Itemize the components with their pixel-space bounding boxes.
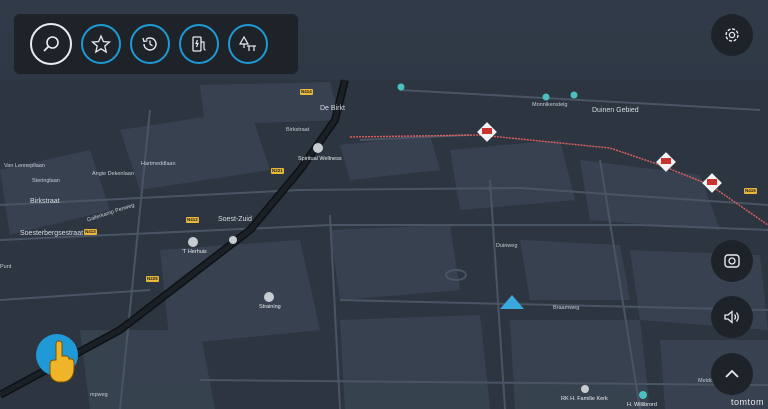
road-shield: N413 xyxy=(84,229,97,235)
label-rk-kerk: RK H. Familie Kerk xyxy=(561,396,608,402)
toolbar xyxy=(14,14,298,74)
label-birkstraat: Birkstraat xyxy=(30,198,60,205)
star-icon xyxy=(91,34,111,54)
label-punt: Punt xyxy=(0,264,12,270)
label-mpweg: mpweg xyxy=(90,392,108,398)
ev-charging-icon xyxy=(192,36,206,52)
label-h-willibrord: H. Willibrord xyxy=(627,402,657,408)
road-shield: N414 xyxy=(300,89,313,95)
label-anger-dekenlaan: Angie Dekenlaan xyxy=(92,171,134,177)
road-shield: N415 xyxy=(744,188,757,194)
road-shield: N221 xyxy=(271,168,284,174)
ev-charging-button[interactable] xyxy=(179,24,219,64)
label-steringlaan: Steringlaan xyxy=(32,178,60,184)
label-t-herhuis: 'T Herhuis xyxy=(182,249,207,255)
label-duinweg: Duinweg xyxy=(496,243,518,249)
label-braamweg: Braamweg xyxy=(553,305,580,311)
label-monnikensteeg: Monnikenstelg xyxy=(532,102,568,108)
road-shield: N412 xyxy=(186,217,199,223)
sound-button[interactable] xyxy=(711,296,753,338)
search-button[interactable] xyxy=(30,23,72,65)
recent-button[interactable] xyxy=(130,24,170,64)
parking-icon xyxy=(238,35,256,51)
label-soesterbergsestraat: Soesterbergsestraat xyxy=(20,230,84,237)
settings-button[interactable] xyxy=(711,14,753,56)
label-birkstraat-small: Birkstraat xyxy=(286,127,310,133)
favorites-button[interactable] xyxy=(81,24,121,64)
chevron-up-icon xyxy=(725,369,739,378)
expand-button[interactable] xyxy=(711,353,753,395)
camera-icon xyxy=(724,254,740,268)
parking-button[interactable] xyxy=(228,24,268,64)
label-hartenlaan: Hartmeddlaan xyxy=(141,161,176,167)
search-icon xyxy=(43,36,59,52)
label-van-lenneplaan: Van Lennepllaan xyxy=(4,163,45,169)
locate-me-button[interactable] xyxy=(36,334,78,383)
road-shield: N225 xyxy=(146,276,159,282)
tap-hand-icon xyxy=(49,340,75,383)
speaker-icon xyxy=(724,310,739,324)
label-de-birkt: De Birkt xyxy=(320,105,345,112)
label-duinen-gebied: Duinen Gebied xyxy=(592,107,639,114)
gear-icon xyxy=(725,28,739,42)
history-icon xyxy=(142,37,157,51)
label-straining: Straining xyxy=(259,304,281,310)
label-soest-zuid: Soest-Zuid xyxy=(218,216,252,223)
camera-view-button[interactable] xyxy=(711,240,753,282)
attribution: tomtom xyxy=(730,397,764,407)
label-spiritual-wellness: Spiritual Wellness xyxy=(298,156,342,162)
